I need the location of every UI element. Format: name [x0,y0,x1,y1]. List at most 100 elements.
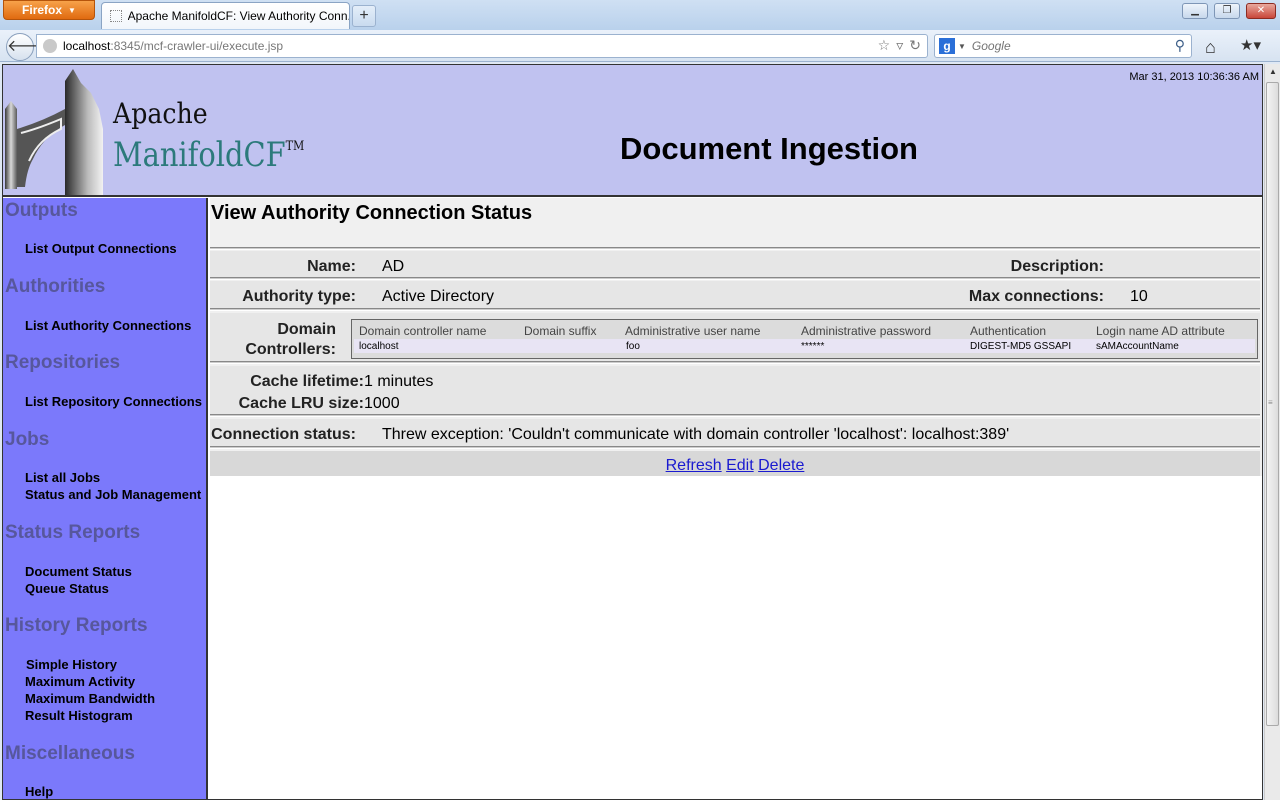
divider [210,361,1260,364]
domain-controllers-label-line1: Domain [277,321,336,338]
domain-controllers-label-line2: Controllers: [245,341,336,358]
max-connections-value: 10 [1130,288,1148,305]
actions-bar: Refresh Edit Delete [210,451,1260,476]
sidebar-item-document-status[interactable]: Document Status [25,564,132,579]
table-cell: sAMAccountName [1096,341,1179,352]
sidebar-section-status-reports: Status Reports [5,522,141,543]
connection-status-value: Threw exception: 'Couldn't communicate w… [382,426,1010,443]
page-title: Document Ingestion [620,131,918,166]
web-page: Apache ManifoldCFTM Document Ingestion M… [2,64,1263,800]
sidebar-item-help[interactable]: Help [25,784,53,799]
search-icon[interactable]: ⚲ [1175,37,1185,54]
table-cell: localhost [359,341,399,352]
minimize-button[interactable]: ▁ [1182,3,1208,19]
max-connections-label: Max connections: [968,288,1104,305]
table-header: Administrative user name [625,324,761,338]
browser-navbar: 🡐 localhost:8345/mcf-crawler-ui/execute.… [0,30,1280,62]
manifoldcf-logo-icon [5,69,103,195]
table-cell: ****** [801,341,825,352]
sidebar-item-queue-status[interactable]: Queue Status [25,581,109,596]
delete-link[interactable]: Delete [758,457,804,474]
divider [210,446,1260,449]
sidebar-item-list-authority-connections[interactable]: List Authority Connections [25,318,191,333]
sidebar-item-result-histogram[interactable]: Result Histogram [25,708,133,723]
logo-product-text: ManifoldCFTM [113,135,304,175]
browser-titlebar: Firefox ▼ Apache ManifoldCF: View Author… [0,0,1280,30]
dropdown-arrow-icon[interactable]: ▿ [896,37,903,54]
authority-type-label: Authority type: [242,288,356,305]
sidebar-item-simple-history[interactable]: Simple History [26,657,117,672]
sidebar-item-list-output-connections[interactable]: List Output Connections [25,241,177,256]
main-content: View Authority Connection Status Name: A… [210,198,1262,798]
authority-type-value: Active Directory [382,288,495,305]
table-header: Authentication [970,324,1047,338]
search-input[interactable] [971,39,1172,53]
table-row: localhost foo ****** DIGEST-MD5 GSSAPI s… [354,339,1255,353]
restore-button[interactable]: ❐ [1214,3,1240,19]
divider [210,308,1260,311]
trademark-mark: TM [285,139,305,154]
page-banner: Apache ManifoldCFTM Document Ingestion M… [3,65,1262,197]
sidebar-nav: Outputs List Output Connections Authorit… [3,198,208,799]
url-bar[interactable]: localhost:8345/mcf-crawler-ui/execute.js… [36,34,928,58]
table-cell: foo [626,341,640,352]
url-host: localhost [63,39,111,53]
cache-lifetime-label: Cache lifetime: [250,373,364,390]
logo-apache-text: Apache [113,97,208,130]
sidebar-item-maximum-bandwidth[interactable]: Maximum Bandwidth [25,691,155,706]
refresh-link[interactable]: Refresh [666,457,722,474]
chevron-down-icon: ▼ [68,5,76,15]
table-header: Administrative password [801,324,932,338]
sidebar-item-list-all-jobs[interactable]: List all Jobs [25,470,100,485]
chevron-down-icon[interactable]: ▼ [958,42,966,51]
description-label: Description: [1010,258,1104,275]
section-heading: View Authority Connection Status [211,202,533,224]
sidebar-item-maximum-activity[interactable]: Maximum Activity [25,674,135,689]
firefox-menu-button[interactable]: Firefox ▼ [3,0,95,20]
table-header: Login name AD attribute [1096,324,1225,338]
browser-tab[interactable]: Apache ManifoldCF: View Authority Conn..… [101,2,350,29]
sidebar-item-status-job-management[interactable]: Status and Job Management [25,487,201,502]
cache-lru-label: Cache LRU size: [238,395,364,412]
domain-controllers-label: Domain Controllers: [220,320,336,360]
bookmark-star-icon[interactable]: ☆ [878,37,891,54]
search-bar[interactable]: g ▼ ⚲ [934,34,1192,58]
divider [210,277,1260,280]
table-header: Domain suffix [524,324,597,338]
reload-icon[interactable]: ↻ [909,37,921,54]
globe-icon [43,39,57,53]
sidebar-section-jobs: Jobs [5,429,50,450]
home-icon[interactable]: ⌂ [1205,37,1216,58]
sidebar-section-outputs: Outputs [5,200,78,221]
edit-link[interactable]: Edit [726,457,754,474]
scroll-up-arrow-icon[interactable]: ▲ [1265,64,1280,80]
vertical-scrollbar[interactable]: ▲ ≡ [1264,64,1280,800]
current-datetime: Mar 31, 2013 10:36:36 AM [1129,71,1259,83]
connection-status-label: Connection status: [211,426,356,443]
sidebar-item-list-repository-connections[interactable]: List Repository Connections [25,394,202,409]
grip-icon: ≡ [1268,398,1273,407]
firefox-menu-label: Firefox [22,3,63,17]
page-icon [110,10,122,22]
divider [210,247,1260,250]
name-label: Name: [307,258,356,275]
close-window-button[interactable]: ✕ [1246,3,1276,19]
table-header: Domain controller name [359,324,487,338]
domain-controllers-table: Domain controller name Domain suffix Adm… [351,319,1258,359]
google-icon[interactable]: g [939,38,955,54]
logo-product-name: ManifoldCF [113,135,286,175]
divider [210,414,1260,417]
back-button[interactable]: 🡐 [6,33,50,61]
sidebar-section-history-reports: History Reports [5,615,148,636]
name-value: AD [382,258,405,275]
url-path: :8345/mcf-crawler-ui/execute.jsp [110,39,284,53]
sidebar-section-miscellaneous: Miscellaneous [5,743,135,764]
tab-title: Apache ManifoldCF: View Authority Conn..… [127,9,349,23]
table-cell: DIGEST-MD5 GSSAPI [970,341,1072,352]
sidebar-section-repositories: Repositories [5,352,121,373]
new-tab-button[interactable]: + [352,5,376,27]
bookmarks-icon[interactable]: ★▾ [1240,36,1261,54]
sidebar-section-authorities: Authorities [5,276,106,297]
cache-lru-value: 1000 [364,395,400,412]
cache-lifetime-value: 1 minutes [364,373,434,390]
